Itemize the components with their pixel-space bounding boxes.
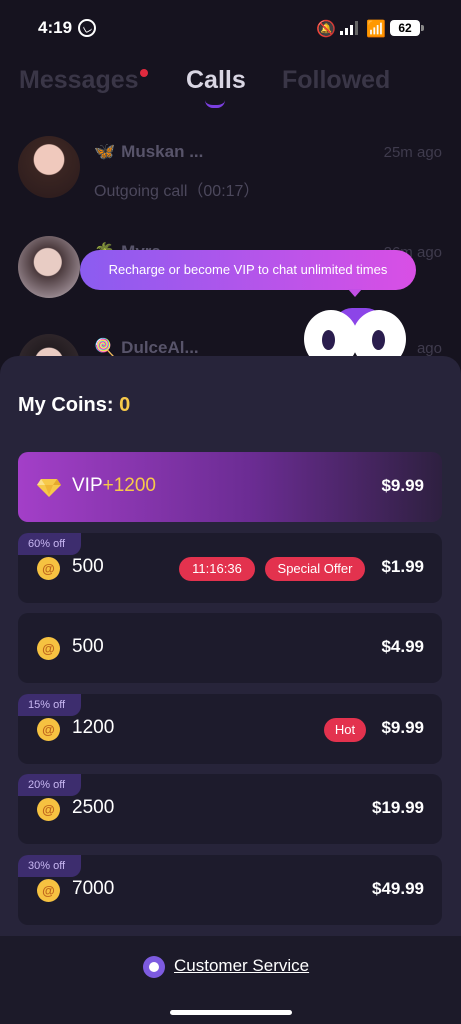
package-amount: 1200 (72, 717, 115, 738)
footer: Customer Service (0, 936, 461, 1024)
mascot-pupil (372, 330, 385, 350)
package-coins[interactable]: 30% off @ 7000 $49.99 (18, 855, 442, 925)
caller-name-text: DulceAl... (121, 338, 199, 357)
my-coins-label: My Coins: (18, 394, 114, 416)
tab-calls[interactable]: Calls (186, 66, 246, 95)
tab-messages[interactable]: Messages (19, 66, 148, 95)
unread-dot (139, 69, 148, 77)
discount-badge: 15% off (18, 694, 82, 716)
avatar[interactable] (18, 136, 80, 198)
diamond-icon (37, 479, 61, 497)
signal-icon (340, 21, 358, 35)
package-price: $4.99 (381, 637, 424, 656)
caller-name-text: Muskan ... (121, 142, 204, 161)
package-amount: 500 (72, 556, 104, 577)
name-emoji: 🍭 (94, 338, 116, 357)
package-amount: 2500 (72, 797, 115, 818)
coin-icon: @ (37, 557, 60, 580)
coin-icon: @ (37, 718, 60, 741)
name-emoji: 🦋 (94, 142, 116, 161)
discount-badge: 30% off (18, 855, 82, 877)
call-time: ago (416, 340, 442, 357)
vip-bonus: +1200 (102, 475, 156, 496)
call-row[interactable]: 🦋 Muskan ... Outgoing call（00:17） 25m ago (0, 136, 461, 226)
recharge-tooltip[interactable]: Recharge or become VIP to chat unlimited… (80, 250, 416, 297)
recharge-sheet: My Coins: 0 VIP+1200 $9.99 60% off @ 500… (0, 356, 461, 1024)
wifi-icon: 📶 (366, 21, 386, 38)
battery-icon: 62 (390, 20, 424, 36)
caller-name: 🍭 DulceAl... (94, 338, 199, 358)
caller-name: 🦋 Muskan ... (94, 142, 203, 162)
call-time: 25m ago (383, 144, 442, 161)
call-detail: Outgoing call（00:17） (94, 183, 260, 200)
package-price: $1.99 (381, 557, 424, 576)
special-offer-badge: Special Offer (265, 557, 365, 581)
hot-badge: Hot (324, 718, 366, 742)
my-coins-value: 0 (119, 394, 131, 416)
vip-label: VIP (72, 475, 103, 496)
package-price: $49.99 (372, 879, 424, 898)
package-price: $19.99 (372, 798, 424, 817)
customer-service-link[interactable]: Customer Service (174, 956, 309, 976)
whatsapp-icon (78, 19, 96, 37)
package-vip[interactable]: VIP+1200 $9.99 (18, 452, 442, 522)
mascot-pupil (322, 330, 335, 350)
tab-messages-label: Messages (19, 66, 139, 94)
customer-service-icon[interactable] (143, 956, 165, 978)
package-price: $9.99 (381, 718, 424, 737)
package-amount: 7000 (72, 878, 115, 899)
package-coins[interactable]: 20% off @ 2500 $19.99 (18, 774, 442, 844)
home-indicator[interactable] (170, 1010, 292, 1015)
tab-followed[interactable]: Followed (282, 66, 390, 95)
status-time: 4:19 (38, 18, 73, 37)
package-coins[interactable]: 15% off @ 1200 Hot $9.99 (18, 694, 442, 764)
countdown-timer: 11:16:36 (179, 557, 255, 581)
coin-icon: @ (37, 798, 60, 821)
package-amount: VIP+1200 (72, 475, 156, 497)
mute-icon: 🔕 (316, 21, 336, 38)
top-tabs: Messages Calls Followed (0, 66, 461, 116)
package-coins[interactable]: 60% off @ 500 11:16:36 Special Offer $1.… (18, 533, 442, 603)
coin-icon: @ (37, 879, 60, 902)
discount-badge: 60% off (18, 533, 82, 555)
coin-icon: @ (37, 637, 60, 660)
package-coins[interactable]: @ 500 $4.99 (18, 613, 442, 683)
app-root: 4:19 🔕 📶 62 Messages Calls Followed 🦋 Mus… (0, 0, 461, 1024)
my-coins: My Coins: 0 (18, 394, 130, 417)
package-amount: 500 (72, 636, 104, 657)
avatar[interactable] (18, 236, 80, 298)
status-bar: 4:19 🔕 📶 62 (0, 0, 461, 58)
package-price: $9.99 (381, 476, 424, 495)
discount-badge: 20% off (18, 774, 82, 796)
